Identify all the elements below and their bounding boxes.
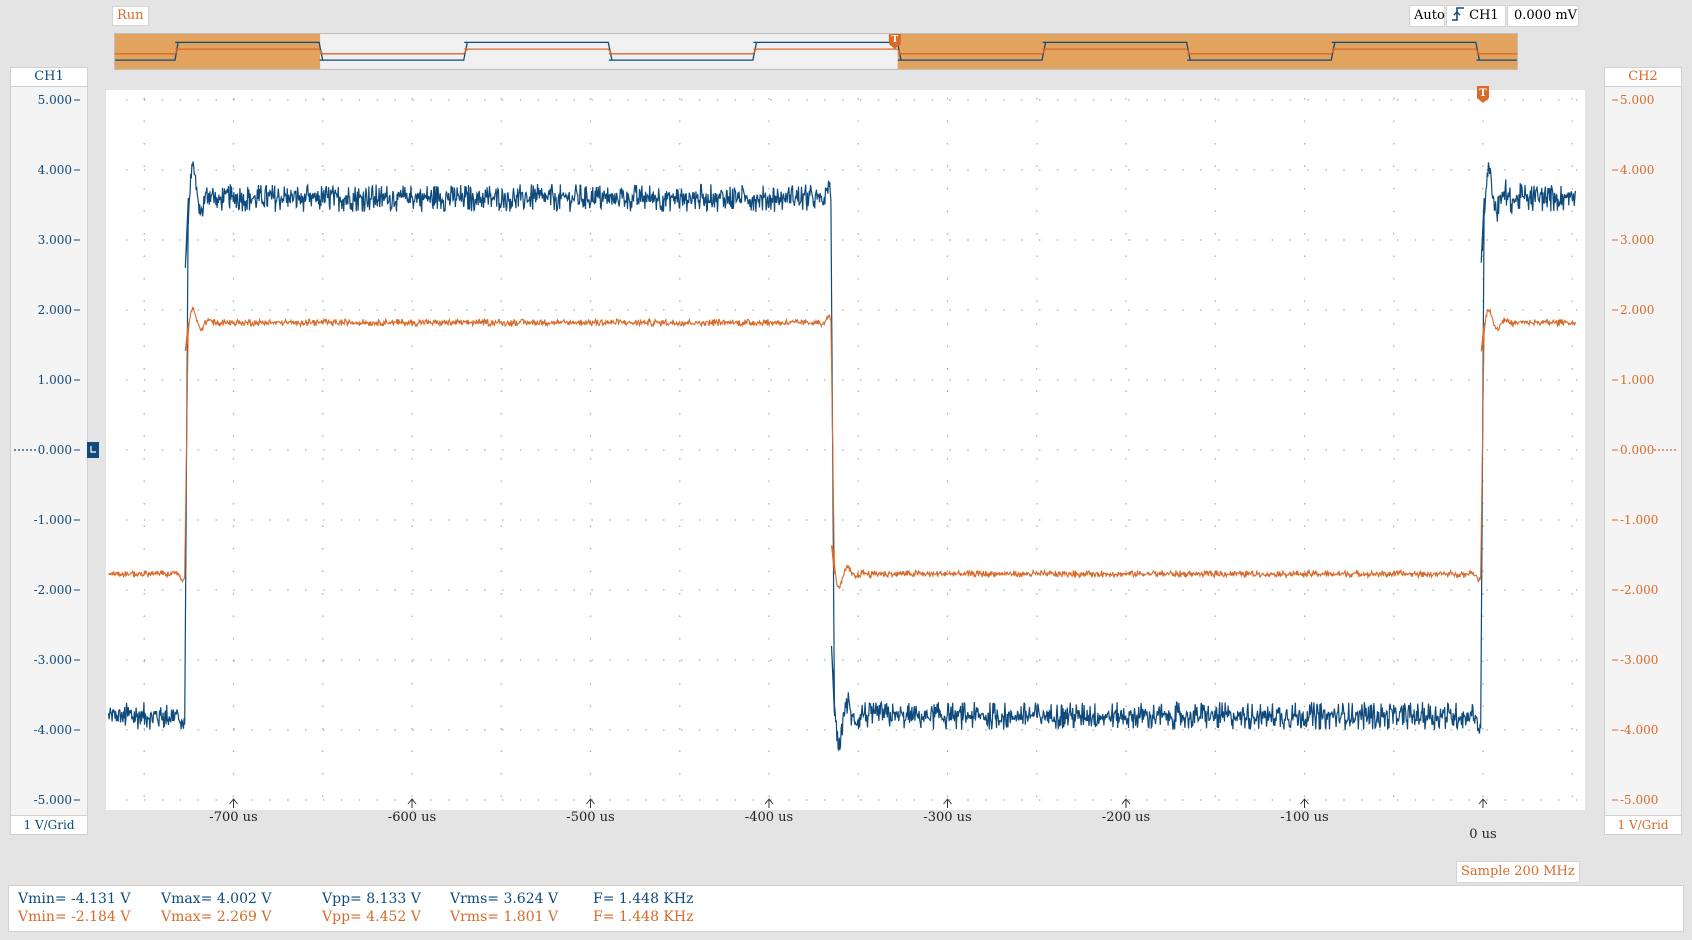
x-tick-label: -500 us [566, 810, 614, 825]
svg-text:T: T [1479, 88, 1487, 99]
ch1-y-tick-label: 2.000 [38, 303, 72, 317]
ch1-y-tick-label: 5.000 [38, 93, 72, 107]
ch2-y-tick-label: -1.000 [1620, 513, 1658, 527]
x-tick-label: -300 us [923, 810, 971, 825]
waveforms [107, 161, 1576, 751]
ch1-vrms: Vrms= 3.624 V [450, 891, 559, 907]
ch2-y-tick-label: -2.000 [1620, 583, 1658, 597]
ch1-y-tick-label: 3.000 [38, 233, 72, 247]
ch2-vmin: Vmin= -2.184 V [18, 909, 131, 925]
x-tick-label: 0 us [1469, 827, 1496, 842]
x-tick-label: -400 us [745, 810, 793, 825]
ch1-y-tick-label: -5.000 [34, 793, 72, 807]
measurement-row-ch2: Vmin= -2.184 V Vmax= 2.269 V Vpp= 4.452 … [9, 909, 1683, 927]
ch2-vmax: Vmax= 2.269 V [161, 909, 272, 925]
ch1-y-tick-label: -3.000 [34, 653, 72, 667]
ch1-freq: F= 1.448 KHz [593, 891, 694, 907]
ch2-vrms: Vrms= 1.801 V [450, 909, 559, 925]
ch1-vmax: Vmax= 4.002 V [161, 891, 272, 907]
ch1-ground-marker[interactable] [87, 442, 99, 458]
ch1-y-tick-label: -2.000 [34, 583, 72, 597]
x-tick-label: -600 us [388, 810, 436, 825]
x-tick-label: -100 us [1280, 810, 1328, 825]
ch2-y-tick-label: 1.000 [1620, 373, 1654, 387]
x-tick-label: -700 us [209, 810, 257, 825]
ch2-y-tick-label: -4.000 [1620, 723, 1658, 737]
ch1-vmin: Vmin= -4.131 V [18, 891, 131, 907]
ch2-vpp: Vpp= 4.452 V [322, 909, 421, 925]
ch1-y-tick-label: 0.000 [38, 443, 72, 457]
ch1-y-tick-label: -1.000 [34, 513, 72, 527]
ch2-y-tick-label: 2.000 [1620, 303, 1654, 317]
series-ch2-trace [108, 306, 1576, 590]
ch1-y-tick-label: 1.000 [38, 373, 72, 387]
sample-rate-label: Sample 200 MHz [1456, 861, 1580, 883]
ch2-y-tick-label: -5.000 [1620, 793, 1658, 807]
ch2-y-tick-label: -3.000 [1620, 653, 1658, 667]
oscilloscope-chart: 5.000 5.000 4.000 4.000 3.000 3.000 2.000 2.000… [14, 86, 1678, 842]
ch1-y-tick-label: -4.000 [34, 723, 72, 737]
ch1-y-tick-label: 4.000 [38, 163, 72, 177]
measurement-row-ch1: Vmin= -4.131 V Vmax= 4.002 V Vpp= 8.133 … [9, 891, 1683, 909]
ch2-y-tick-label: 3.000 [1620, 233, 1654, 247]
ch2-y-tick-label: 0.000 [1620, 443, 1654, 457]
ch1-vpp: Vpp= 8.133 V [322, 891, 421, 907]
measurements-panel: Vmin= -4.131 V Vmax= 4.002 V Vpp= 8.133 … [8, 885, 1684, 932]
x-tick-label: -200 us [1102, 810, 1150, 825]
ch2-freq: F= 1.448 KHz [593, 909, 694, 925]
ch2-y-tick-label: 4.000 [1620, 163, 1654, 177]
series-ch1-trace [107, 161, 1576, 751]
ch2-y-tick-label: 5.000 [1620, 93, 1654, 107]
